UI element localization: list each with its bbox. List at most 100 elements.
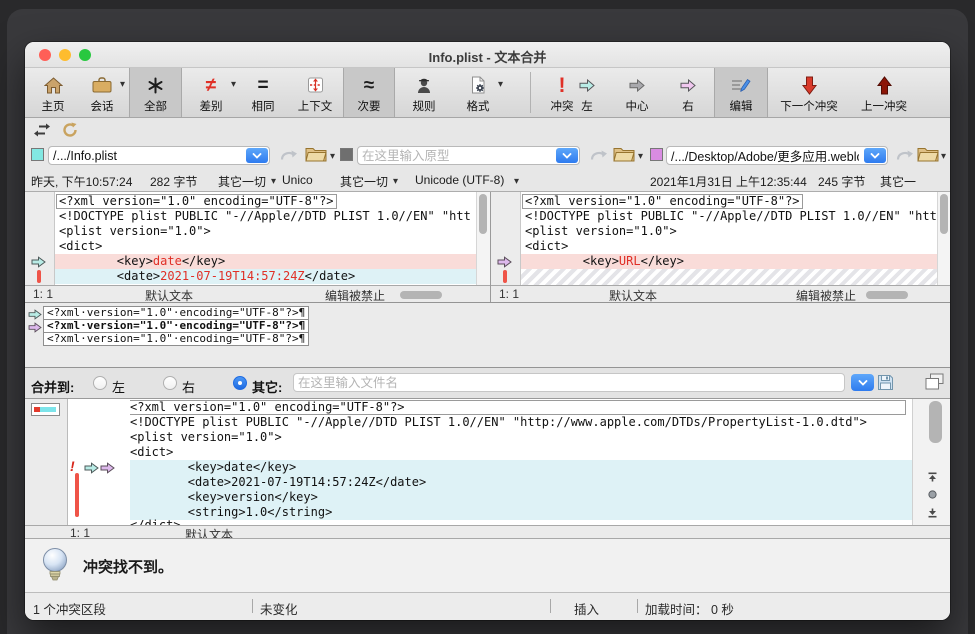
session-button[interactable]: ▾ 会话	[77, 68, 127, 117]
code-line: <plist version="1.0">	[521, 224, 937, 239]
merge-filename-combo[interactable]	[293, 373, 845, 392]
history-icon[interactable]	[62, 122, 78, 143]
scrollbar-thumb[interactable]	[940, 194, 948, 234]
variant-line[interactable]: <?xml·version="1.0"·encoding="UTF-8"?>¶	[43, 306, 309, 320]
swap-files-icon[interactable]	[33, 123, 51, 142]
right-file-path-combo[interactable]	[666, 146, 888, 165]
save-icon[interactable]	[877, 374, 894, 396]
left-path-dropdown-button[interactable]	[246, 148, 268, 163]
left-pane-gutter	[25, 192, 55, 285]
context-icon	[307, 72, 324, 98]
merged-pane-statusbar: 1: 1 默认文本	[25, 525, 950, 539]
arrow-right-cyan-icon	[579, 72, 595, 98]
center-encoding-menu[interactable]: Unicode (UTF-8)	[415, 173, 504, 187]
right-path-dropdown-button[interactable]	[864, 148, 886, 163]
code-line: <date>2021-07-19T14:57:24Z</date>	[130, 475, 912, 490]
merge-filename-input[interactable]	[298, 375, 838, 390]
merged-pane-margin	[25, 399, 68, 525]
merge-to-right-radio[interactable]	[163, 376, 177, 390]
chevron-down-icon[interactable]: ▾	[514, 177, 519, 187]
right-file-path-input[interactable]	[671, 148, 859, 163]
merged-arrow-cyan-icon[interactable]	[84, 461, 99, 479]
merged-change-block: <key>date</key> <date>2021-07-19T14:57:2…	[130, 460, 912, 520]
code-line: <dict>	[55, 239, 476, 254]
ancestor-path-input[interactable]	[362, 148, 551, 163]
merge-to-left-radio[interactable]	[93, 376, 107, 390]
edit-button[interactable]: 编辑	[714, 68, 768, 117]
right-filter-menu[interactable]: 其它一	[880, 173, 916, 190]
take-right-button[interactable]: 右	[665, 68, 711, 117]
scrollbar-thumb[interactable]	[929, 401, 942, 443]
merge-to-other-radio[interactable]	[233, 376, 247, 390]
right-code-view[interactable]: <?xml version="1.0" encoding="UTF-8"?> <…	[521, 192, 937, 285]
merged-arrow-purple-icon[interactable]	[100, 461, 115, 479]
load-time-label: 加载时间： 0 秒	[645, 599, 734, 618]
merge-to-right-label[interactable]: 右	[182, 377, 195, 396]
diff-line-key: <key>date</key>	[55, 254, 476, 269]
current-diff-icon[interactable]	[927, 487, 938, 505]
change-bar	[503, 270, 507, 283]
center-filter-menu[interactable]: 其它一切	[340, 173, 388, 190]
previous-conflict-button[interactable]: 上一冲突	[848, 68, 920, 117]
new-window-icon[interactable]	[925, 373, 944, 395]
take-center-button[interactable]: 中心	[613, 68, 661, 117]
show-all-button[interactable]: 全部	[129, 68, 182, 117]
statusbar-divider	[252, 599, 253, 613]
variant-line[interactable]: <?xml·version="1.0"·encoding="UTF-8"?>¶	[43, 332, 309, 346]
chevron-down-icon[interactable]: ▾	[941, 152, 946, 162]
show-same-button[interactable]: = 相同	[241, 68, 285, 117]
chevron-down-icon[interactable]: ▾	[638, 152, 643, 162]
reload-left-icon[interactable]	[280, 149, 298, 167]
hscrollbar-thumb[interactable]	[400, 291, 442, 299]
reload-right-icon[interactable]	[896, 149, 914, 167]
arrow-right-pink-icon	[680, 72, 696, 98]
left-pane-vscrollbar[interactable]	[476, 192, 490, 285]
left-code-view[interactable]: <?xml version="1.0" encoding="UTF-8"?> <…	[55, 192, 476, 285]
not-equal-icon: ≠	[206, 72, 216, 98]
show-minor-button[interactable]: ≈ 次要	[343, 68, 395, 117]
chevron-down-icon[interactable]: ▾	[330, 152, 335, 162]
left-file-swatch	[31, 148, 44, 161]
merged-pane-vscrollbar[interactable]	[912, 399, 950, 525]
chevron-down-icon[interactable]: ▾	[271, 177, 276, 187]
last-diff-icon[interactable]	[927, 505, 938, 523]
ancestor-path-dropdown-button[interactable]	[556, 148, 578, 163]
merged-code-view[interactable]: <?xml version="1.0" encoding="UTF-8"?> <…	[130, 399, 912, 525]
right-file-date: 2021年1月31日 上午12:35:44	[650, 173, 807, 190]
left-file-date: 昨天, 下午10:57:24	[31, 173, 132, 190]
browse-right-folder-icon[interactable]	[917, 146, 939, 167]
left-file-path-combo[interactable]	[48, 146, 270, 165]
ancestor-path-combo[interactable]	[357, 146, 580, 165]
first-diff-icon[interactable]	[927, 469, 938, 487]
hscrollbar-thumb[interactable]	[866, 291, 908, 299]
left-filter-menu[interactable]: 其它一切	[218, 173, 266, 190]
file-header-panel: ▾ ▾ ▾ 昨天, 下午10:57:24 282 字节 其它一切 ▾ Unico…	[25, 118, 950, 192]
left-file-path-input[interactable]	[53, 148, 241, 163]
next-conflict-button[interactable]: 下一个冲突	[771, 68, 847, 117]
code-line: <!DOCTYPE plist PUBLIC "-//Apple//DTD PL…	[55, 209, 476, 224]
browse-center-folder-icon[interactable]	[613, 146, 635, 167]
merge-destination-bar: 合并到: 左 右 其它:	[25, 368, 950, 398]
diff-overview-map[interactable]	[31, 403, 60, 416]
statusbar-divider	[550, 599, 551, 613]
format-button[interactable]: ▾ 格式	[451, 68, 505, 117]
show-differences-button[interactable]: ≠ ▾ 差别	[182, 68, 240, 117]
merge-to-left-label[interactable]: 左	[112, 377, 125, 396]
left-encoding-menu[interactable]: Unico	[282, 173, 313, 187]
variant-line-selected[interactable]: <?xml·version="1.0"·encoding="UTF-8"?>¶	[43, 319, 309, 333]
variant-arrow-purple-icon[interactable]	[28, 320, 42, 338]
merge-to-other-label[interactable]: 其它:	[252, 377, 282, 396]
code-line: <plist version="1.0">	[130, 430, 912, 445]
home-button[interactable]: 主页	[31, 68, 75, 117]
right-pane-statusbar: 1: 1 默认文本 编辑被禁止	[491, 285, 950, 302]
right-pane-vscrollbar[interactable]	[937, 192, 950, 285]
browse-left-folder-icon[interactable]	[305, 146, 327, 167]
show-context-button[interactable]: 上下文	[287, 68, 343, 117]
chevron-down-icon[interactable]: ▾	[393, 177, 398, 187]
chevron-down-icon: ▾	[231, 80, 236, 90]
merge-filename-dropdown-button[interactable]	[851, 374, 874, 391]
take-left-button[interactable]: 左	[565, 68, 609, 117]
rules-button[interactable]: 规则	[397, 68, 451, 117]
reload-center-icon[interactable]	[590, 149, 608, 167]
scrollbar-thumb[interactable]	[479, 194, 487, 234]
